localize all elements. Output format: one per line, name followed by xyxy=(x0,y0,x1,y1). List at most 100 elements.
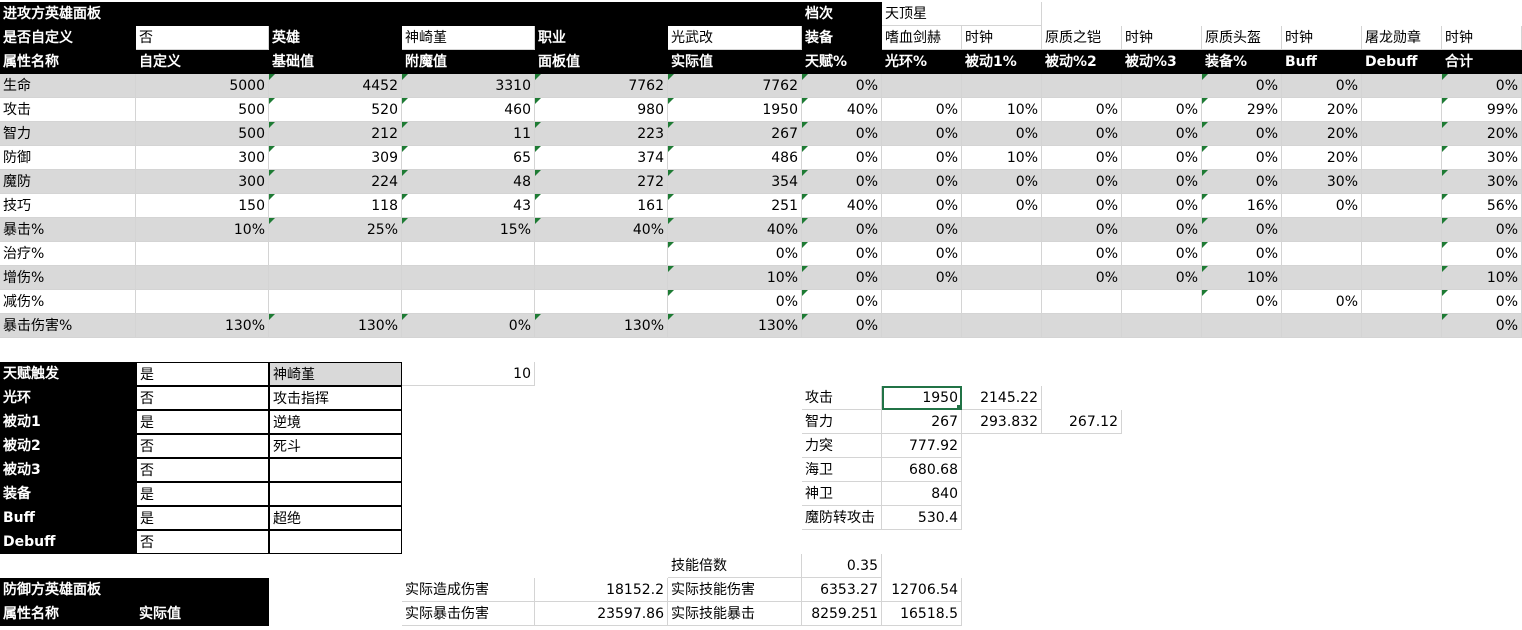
attr-value-cell[interactable] xyxy=(1362,290,1442,314)
skill-crit-value[interactable]: 8259.251 xyxy=(802,602,882,626)
attr-value-cell[interactable] xyxy=(962,266,1042,290)
attr-value-cell[interactable]: 0% xyxy=(1442,242,1522,266)
toggle-value[interactable]: 否 xyxy=(136,530,269,554)
attr-value-cell[interactable] xyxy=(882,314,962,338)
attr-value-cell[interactable]: 0% xyxy=(802,74,882,98)
attr-value-cell[interactable]: 130% xyxy=(668,314,802,338)
attr-value-cell[interactable]: 0% xyxy=(1042,218,1122,242)
attr-value-cell[interactable]: 30% xyxy=(1442,170,1522,194)
attr-value-cell[interactable]: 11 xyxy=(402,122,535,146)
attr-value-cell[interactable] xyxy=(1042,314,1122,338)
attr-value-cell[interactable]: 0% xyxy=(1442,290,1522,314)
skill-crit-value-2[interactable]: 16518.5 xyxy=(882,602,962,626)
actual-crit-value[interactable]: 23597.86 xyxy=(535,602,668,626)
calc-value[interactable]: 1950 xyxy=(882,386,962,410)
attr-value-cell[interactable]: 0% xyxy=(962,170,1042,194)
attr-value-cell[interactable]: 354 xyxy=(668,170,802,194)
toggle-extra[interactable]: 10 xyxy=(402,362,535,386)
toggle-value[interactable]: 是 xyxy=(136,506,269,530)
spreadsheet-grid[interactable]: 生命 5000 4452 3310 7762 7762 0% 0% 0% 0% 攻击 500 520 46… xyxy=(0,0,1522,630)
attr-value-cell[interactable] xyxy=(1282,242,1362,266)
attr-value-cell[interactable]: 0% xyxy=(882,194,962,218)
attr-value-cell[interactable]: 267 xyxy=(668,122,802,146)
attr-value-cell[interactable]: 0% xyxy=(1442,218,1522,242)
attr-value-cell[interactable] xyxy=(1362,242,1442,266)
attr-value-cell[interactable]: 40% xyxy=(668,218,802,242)
toggle-value[interactable]: 是 xyxy=(136,362,269,386)
attr-value-cell[interactable]: 0% xyxy=(1122,242,1202,266)
attr-value-cell[interactable] xyxy=(1042,74,1122,98)
attr-value-cell[interactable] xyxy=(1122,314,1202,338)
attr-value-cell[interactable]: 161 xyxy=(535,194,668,218)
attr-value-cell[interactable]: 0% xyxy=(882,170,962,194)
attr-value-cell[interactable]: 7762 xyxy=(668,74,802,98)
attr-value-cell[interactable]: 10% xyxy=(962,98,1042,122)
attr-value-cell[interactable]: 0% xyxy=(882,266,962,290)
attr-value-cell[interactable]: 0% xyxy=(1282,194,1362,218)
attr-value-cell[interactable] xyxy=(1362,74,1442,98)
attr-value-cell[interactable]: 40% xyxy=(802,194,882,218)
attr-value-cell[interactable] xyxy=(535,290,668,314)
attr-value-cell[interactable]: 130% xyxy=(136,314,269,338)
calc-value[interactable]: 680.68 xyxy=(882,458,962,482)
attr-value-cell[interactable]: 0% xyxy=(1122,98,1202,122)
attr-value-cell[interactable]: 980 xyxy=(535,98,668,122)
attr-value-cell[interactable] xyxy=(1282,218,1362,242)
skill-dmg-value[interactable]: 6353.27 xyxy=(802,578,882,602)
attr-value-cell[interactable]: 20% xyxy=(1282,122,1362,146)
attr-value-cell[interactable]: 20% xyxy=(1442,122,1522,146)
attr-value-cell[interactable]: 0% xyxy=(402,314,535,338)
attr-value-cell[interactable] xyxy=(1362,98,1442,122)
attr-value-cell[interactable]: 0% xyxy=(882,218,962,242)
attr-value-cell[interactable]: 0% xyxy=(1122,146,1202,170)
attr-value-cell[interactable] xyxy=(136,290,269,314)
attr-value-cell[interactable] xyxy=(1122,74,1202,98)
attr-value-cell[interactable] xyxy=(269,266,402,290)
attr-value-cell[interactable]: 10% xyxy=(668,266,802,290)
attr-value-cell[interactable]: 0% xyxy=(1122,194,1202,218)
toggle-value[interactable]: 否 xyxy=(136,386,269,410)
toggle-name[interactable] xyxy=(269,482,402,506)
attr-value-cell[interactable] xyxy=(1362,122,1442,146)
attr-value-cell[interactable]: 10% xyxy=(962,146,1042,170)
attr-value-cell[interactable]: 43 xyxy=(402,194,535,218)
toggle-value[interactable]: 否 xyxy=(136,458,269,482)
attr-value-cell[interactable] xyxy=(962,74,1042,98)
attr-value-cell[interactable]: 300 xyxy=(136,170,269,194)
attr-value-cell[interactable]: 0% xyxy=(1282,290,1362,314)
attr-value-cell[interactable]: 0% xyxy=(1042,170,1122,194)
attr-value-cell[interactable]: 0% xyxy=(882,122,962,146)
attr-value-cell[interactable] xyxy=(1362,170,1442,194)
attr-value-cell[interactable] xyxy=(269,242,402,266)
attr-value-cell[interactable]: 48 xyxy=(402,170,535,194)
attr-value-cell[interactable] xyxy=(1282,314,1362,338)
calc-value[interactable]: 840 xyxy=(882,482,962,506)
attr-value-cell[interactable]: 0% xyxy=(1202,146,1282,170)
attr-value-cell[interactable]: 224 xyxy=(269,170,402,194)
attr-value-cell[interactable]: 460 xyxy=(402,98,535,122)
attr-value-cell[interactable]: 25% xyxy=(269,218,402,242)
toggle-name[interactable]: 超绝 xyxy=(269,506,402,530)
attr-value-cell[interactable]: 4452 xyxy=(269,74,402,98)
attr-value-cell[interactable]: 374 xyxy=(535,146,668,170)
toggle-name[interactable]: 逆境 xyxy=(269,410,402,434)
attr-value-cell[interactable]: 0% xyxy=(962,194,1042,218)
attr-value-cell[interactable]: 0% xyxy=(1122,170,1202,194)
attr-value-cell[interactable] xyxy=(962,242,1042,266)
attr-value-cell[interactable]: 10% xyxy=(1442,266,1522,290)
attr-value-cell[interactable] xyxy=(1282,266,1362,290)
attr-value-cell[interactable] xyxy=(1362,266,1442,290)
calc-value[interactable]: 777.92 xyxy=(882,434,962,458)
attr-value-cell[interactable]: 40% xyxy=(535,218,668,242)
attr-value-cell[interactable]: 118 xyxy=(269,194,402,218)
attr-value-cell[interactable]: 0% xyxy=(882,146,962,170)
attr-value-cell[interactable] xyxy=(882,74,962,98)
attr-value-cell[interactable]: 0% xyxy=(1042,194,1122,218)
attr-value-cell[interactable]: 0% xyxy=(1442,314,1522,338)
attr-value-cell[interactable]: 272 xyxy=(535,170,668,194)
attr-value-cell[interactable]: 20% xyxy=(1282,98,1362,122)
attr-value-cell[interactable]: 0% xyxy=(802,170,882,194)
attr-value-cell[interactable] xyxy=(402,266,535,290)
attr-value-cell[interactable]: 0% xyxy=(882,242,962,266)
attr-value-cell[interactable]: 0% xyxy=(1202,170,1282,194)
